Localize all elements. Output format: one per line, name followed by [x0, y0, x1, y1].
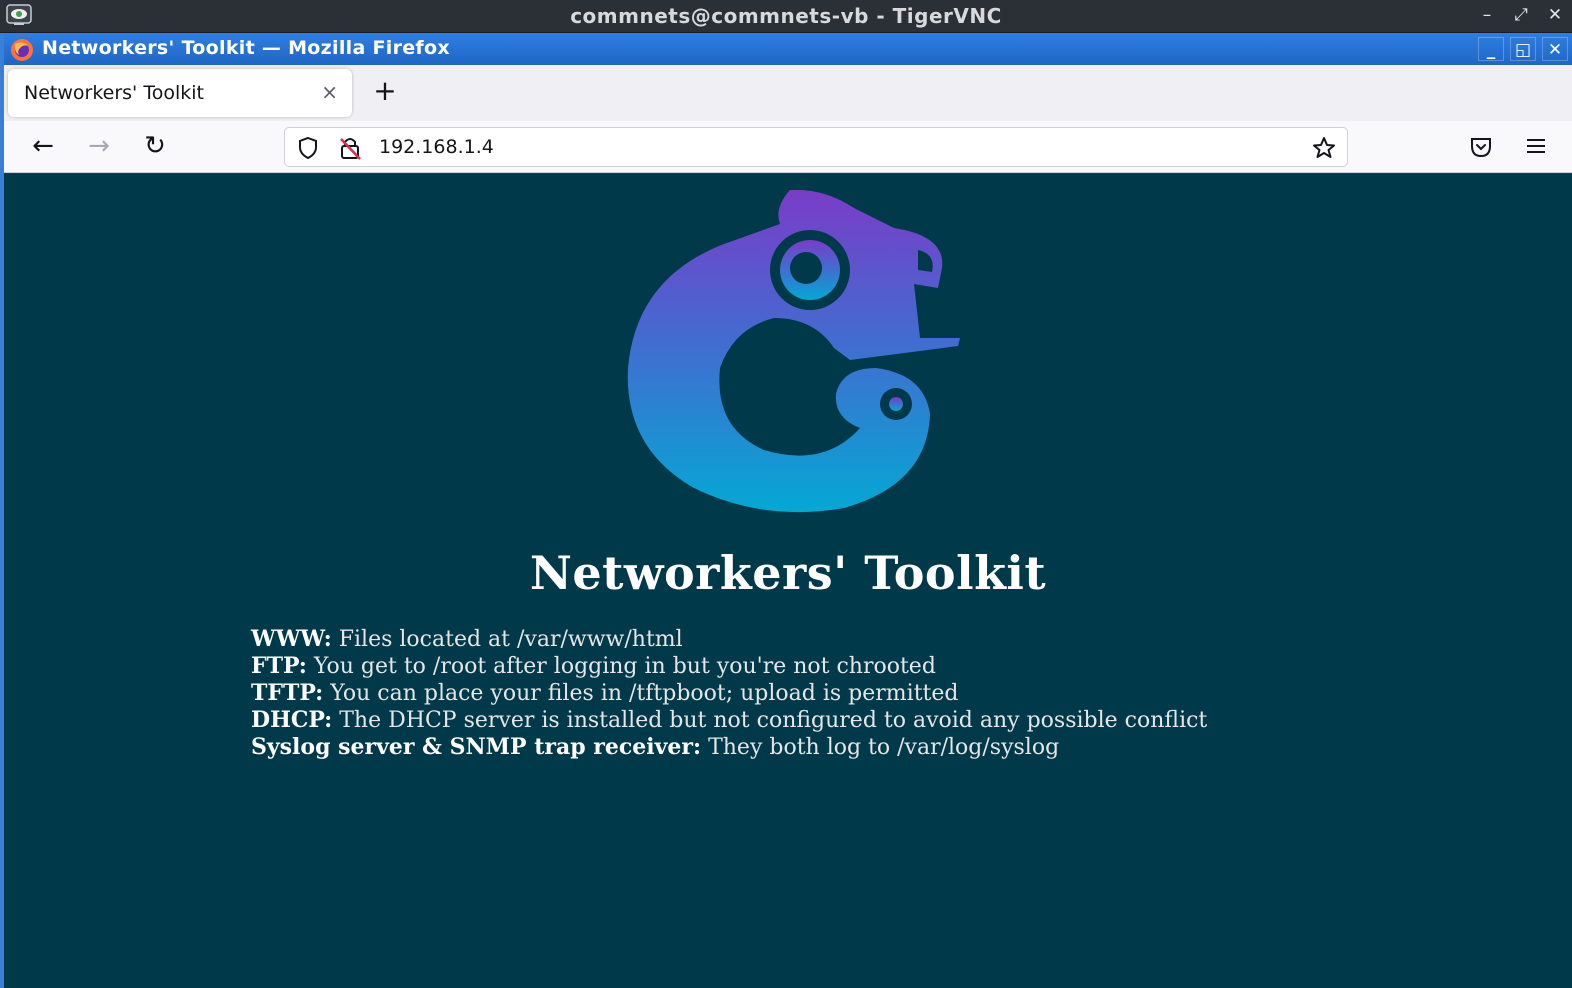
url-text[interactable]: 192.168.1.4: [379, 136, 494, 158]
tab-close-icon[interactable]: ×: [321, 80, 338, 104]
service-text: You get to /root after logging in but yo…: [306, 654, 936, 679]
service-ftp: FTP: You get to /root after logging in b…: [251, 653, 1511, 680]
service-text: They both log to /var/log/syslog: [701, 735, 1060, 760]
page-heading: Networkers' Toolkit: [529, 546, 1047, 600]
reload-icon[interactable]: ↻: [138, 131, 172, 163]
firefox-restore-button[interactable]: ◱: [1510, 37, 1536, 61]
service-dhcp: DHCP: The DHCP server is installed but n…: [251, 707, 1511, 734]
service-key: DHCP:: [251, 707, 333, 733]
forward-icon[interactable]: →: [82, 131, 116, 163]
firefox-minimize-button[interactable]: _: [1478, 37, 1504, 61]
service-syslog-snmp: Syslog server & SNMP trap receiver: They…: [251, 734, 1511, 761]
service-text: Files located at /var/www/html: [331, 627, 683, 652]
vnc-window-title: commnets@commnets-vb - TigerVNC: [570, 4, 1002, 28]
back-icon[interactable]: ←: [26, 131, 60, 163]
firefox-close-button[interactable]: ✕: [1542, 37, 1568, 61]
firefox-window: Networkers' Toolkit — Mozilla Firefox _ …: [0, 33, 1572, 988]
service-text: You can place your files in /tftpboot; u…: [323, 681, 959, 706]
service-text: The DHCP server is installed but not con…: [332, 708, 1208, 733]
hamburger-menu-icon[interactable]: [1524, 135, 1548, 157]
tab-networkers-toolkit[interactable]: Networkers' Toolkit ×: [8, 69, 352, 117]
new-tab-button[interactable]: +: [370, 77, 400, 107]
vnc-maximize-button[interactable]: ⤢: [1510, 4, 1532, 26]
shield-icon[interactable]: [297, 136, 319, 160]
insecure-lock-icon[interactable]: [339, 135, 361, 161]
tab-strip: Networkers' Toolkit × +: [4, 65, 1572, 121]
firefox-window-title: Networkers' Toolkit — Mozilla Firefox: [42, 37, 450, 59]
tab-label: Networkers' Toolkit: [24, 82, 204, 104]
firefox-logo-icon: [11, 39, 33, 61]
service-tftp: TFTP: You can place your files in /tftpb…: [251, 680, 1511, 707]
vnc-close-button[interactable]: ✕: [1544, 4, 1566, 26]
services-list: WWW: Files located at /var/www/html FTP:…: [251, 626, 1511, 761]
service-key: FTP:: [251, 653, 307, 679]
vnc-title-bar: commnets@commnets-vb - TigerVNC – ⤢ ✕: [0, 0, 1572, 32]
bookmark-star-icon[interactable]: [1311, 135, 1337, 161]
service-key: WWW:: [251, 626, 332, 652]
service-key: TFTP:: [251, 680, 324, 706]
chameleon-logo: [627, 189, 960, 513]
web-page: Networkers' Toolkit WWW: Files located a…: [4, 174, 1572, 988]
url-bar[interactable]: 192.168.1.4: [284, 127, 1348, 167]
pocket-icon[interactable]: [1468, 134, 1494, 160]
vnc-minimize-button[interactable]: –: [1476, 4, 1498, 26]
navigation-toolbar: ← → ↻ 192.168.1.4: [4, 121, 1572, 173]
service-www: WWW: Files located at /var/www/html: [251, 626, 1511, 653]
service-key: Syslog server & SNMP trap receiver:: [251, 734, 702, 760]
firefox-title-bar: Networkers' Toolkit — Mozilla Firefox _ …: [4, 33, 1572, 65]
